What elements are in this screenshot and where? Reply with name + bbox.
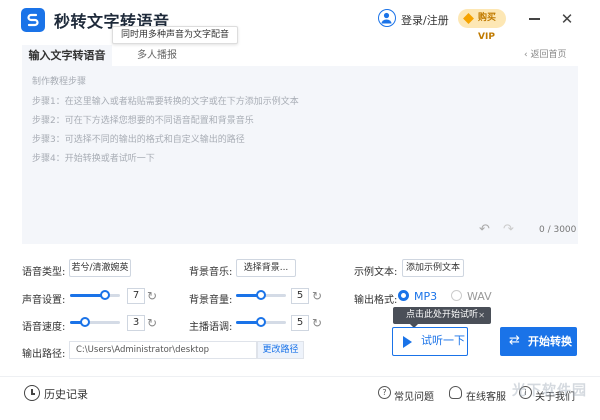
- volume-slider-knob[interactable]: [100, 290, 110, 300]
- format-wav-radio[interactable]: [451, 290, 462, 301]
- pitch-value[interactable]: 5: [291, 315, 309, 331]
- speed-slider-knob[interactable]: [80, 317, 90, 327]
- voice-type-label: 语音类型:: [22, 267, 66, 278]
- hint-step: 步骤3：可选择不同的输出的格式和自定义输出的路径: [32, 135, 245, 145]
- back-home-link[interactable]: ‹ 返回首页: [524, 47, 566, 60]
- volume-label: 声音设置:: [22, 295, 66, 306]
- minimize-button[interactable]: [529, 18, 540, 20]
- user-icon[interactable]: [378, 9, 396, 27]
- redo-icon[interactable]: ↷: [503, 222, 514, 237]
- bg-volume-label: 背景音量:: [189, 295, 233, 306]
- history-clock-icon[interactable]: [24, 385, 40, 401]
- pitch-reset-icon[interactable]: ↻: [312, 316, 322, 330]
- bg-volume-slider-knob[interactable]: [256, 290, 266, 300]
- convert-icon: ⇄: [509, 333, 520, 348]
- voice-type-button[interactable]: 若兮/清澈婉英: [69, 259, 131, 277]
- pitch-label: 主播语调:: [189, 322, 233, 333]
- output-path-label: 输出路径:: [22, 349, 66, 360]
- volume-value[interactable]: 7: [127, 288, 145, 304]
- tab-text-to-speech[interactable]: 输入文字转语音: [22, 45, 112, 66]
- output-format-label: 输出格式:: [354, 295, 398, 306]
- bg-volume-slider[interactable]: [236, 290, 286, 300]
- play-icon: [403, 336, 412, 348]
- faq-link[interactable]: 常见问题: [394, 388, 434, 403]
- change-path-button[interactable]: 更改路径: [257, 341, 304, 359]
- add-sample-text-button[interactable]: 添加示例文本: [402, 259, 464, 277]
- login-link[interactable]: 登录/注册: [401, 12, 449, 28]
- speed-reset-icon[interactable]: ↻: [147, 316, 157, 330]
- watermark: 光下软件园: [512, 383, 587, 399]
- output-path-field[interactable]: C:\Users\Administrator\desktop: [69, 341, 257, 359]
- format-mp3-radio[interactable]: [398, 290, 409, 301]
- listen-tooltip-text: 点击此处开始试听: [405, 310, 478, 320]
- hint-step: 步骤1：在这里输入或者粘贴需要转换的文字或在下方添加示例文本: [32, 97, 299, 107]
- tab-multi-broadcast[interactable]: 多人播报: [124, 45, 190, 66]
- bg-music-label: 背景音乐:: [189, 267, 233, 278]
- sample-text-label: 示例文本:: [354, 267, 398, 278]
- speed-label: 语音速度:: [22, 322, 66, 333]
- volume-slider[interactable]: [70, 290, 120, 300]
- text-editor[interactable]: 制作教程步骤 步骤1：在这里输入或者粘贴需要转换的文字或在下方添加示例文本 步骤…: [22, 66, 578, 244]
- format-mp3-label[interactable]: MP3: [414, 290, 437, 303]
- char-count: 0 / 3000: [539, 225, 577, 235]
- pitch-slider[interactable]: [236, 317, 286, 327]
- volume-reset-icon[interactable]: ↻: [147, 289, 157, 303]
- logo-icon: [27, 13, 39, 27]
- hint-step: 步骤2：可在下方选择您想要的不同语音配置和背景音乐: [32, 116, 254, 126]
- close-button[interactable]: ✕: [556, 8, 578, 30]
- hint-step: 步骤4：开始转换或者试听一下: [32, 154, 155, 164]
- choose-bg-music-button[interactable]: 选择背景...: [236, 259, 296, 277]
- undo-icon[interactable]: ↶: [479, 222, 490, 237]
- support-link[interactable]: 在线客服: [466, 388, 506, 403]
- bg-volume-value[interactable]: 5: [291, 288, 309, 304]
- app-logo: [21, 8, 45, 32]
- tooltip-close-icon[interactable]: ✕: [478, 307, 485, 324]
- hint-title: 制作教程步骤: [32, 77, 87, 87]
- tooltip: 同时用多种声音为文字配音: [112, 26, 239, 44]
- bg-volume-reset-icon[interactable]: ↻: [312, 289, 322, 303]
- listen-tooltip: 点击此处开始试听 ✕: [393, 307, 491, 324]
- headset-icon[interactable]: [449, 386, 462, 399]
- speed-slider[interactable]: [70, 317, 120, 327]
- help-icon[interactable]: ?: [378, 386, 391, 399]
- pitch-slider-knob[interactable]: [256, 317, 266, 327]
- speed-value[interactable]: 3: [127, 315, 145, 331]
- format-wav-label[interactable]: WAV: [467, 290, 492, 303]
- history-link[interactable]: 历史记录: [44, 386, 88, 402]
- footer-divider: [0, 376, 600, 377]
